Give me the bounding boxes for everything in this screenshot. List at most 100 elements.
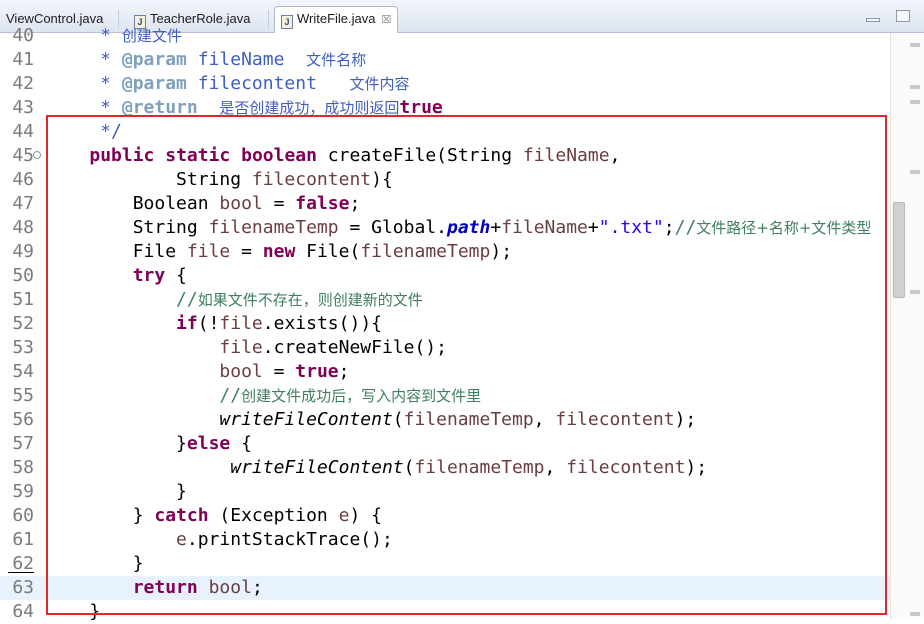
code-token: ); xyxy=(685,457,708,478)
code-text: File file = new File(filenameTemp); xyxy=(46,240,512,264)
maximize-button[interactable] xyxy=(896,10,910,22)
code-token: return xyxy=(132,577,198,598)
line-number: 58 xyxy=(12,457,34,478)
code-line[interactable]: 64 } xyxy=(0,600,890,624)
code-token: fileName xyxy=(501,217,588,238)
code-token: filenameTemp xyxy=(403,409,534,430)
code-line[interactable]: 44 */ xyxy=(0,120,890,144)
code-text: if(!file.exists()){ xyxy=(46,312,382,336)
code-token: fileName xyxy=(522,145,610,166)
code-text: String filecontent){ xyxy=(46,168,393,192)
code-line[interactable]: 52 if(!file.exists()){ xyxy=(0,312,890,336)
code-token: 创建文件 xyxy=(121,27,182,45)
code-token: filecontent xyxy=(566,457,686,478)
code-line[interactable]: 60 } catch (Exception e) { xyxy=(0,504,890,528)
code-token: * xyxy=(46,97,122,118)
code-token: * xyxy=(46,49,122,70)
code-text: Boolean bool = false; xyxy=(46,192,361,216)
code-token: ); xyxy=(674,409,697,430)
line-number: 59 xyxy=(12,481,34,502)
code-line[interactable]: 46 String filecontent){ xyxy=(0,168,890,192)
code-token: e xyxy=(176,529,187,550)
line-number: 42 xyxy=(12,73,34,94)
code-token: false xyxy=(295,193,350,214)
code-token: .createNewFile(); xyxy=(262,337,447,358)
line-number: 50 xyxy=(12,265,34,286)
code-token: else xyxy=(186,433,231,454)
fold-collapse-icon[interactable]: ⊖ xyxy=(33,151,41,159)
line-number: 51 xyxy=(12,289,34,310)
code-line[interactable]: 49 File file = new File(filenameTemp); xyxy=(0,240,890,264)
code-editor[interactable]: 40 * 创建文件 41 * @param fileName 文件名称 42 * @… xyxy=(0,25,924,622)
code-line[interactable]: 62 } xyxy=(0,552,890,576)
code-token: ); xyxy=(490,241,513,262)
line-number: 43 xyxy=(12,97,34,118)
overview-marker xyxy=(910,612,920,616)
line-number: 52 xyxy=(12,313,34,334)
code-token: } xyxy=(46,505,155,526)
code-token: // xyxy=(674,217,697,238)
code-line[interactable]: 57 }else { xyxy=(0,432,890,456)
code-token: // xyxy=(46,385,242,406)
line-number: 45 xyxy=(12,145,34,166)
code-token: , xyxy=(533,409,556,430)
code-token: ".txt" xyxy=(598,217,664,238)
line-number: 63 xyxy=(12,577,34,598)
code-line[interactable]: 40 * 创建文件 xyxy=(0,24,890,48)
line-number: 56 xyxy=(12,409,34,430)
line-number: 41 xyxy=(12,49,34,70)
line-number: 60 xyxy=(12,505,34,526)
code-token: File xyxy=(46,241,187,262)
code-token: File( xyxy=(295,241,361,262)
code-text: writeFileContent(filenameTemp, fileconte… xyxy=(46,408,696,432)
code-token: * xyxy=(46,73,122,94)
code-token: createFile(String xyxy=(316,145,523,166)
code-token: @param xyxy=(121,73,187,94)
code-token: filecontent xyxy=(251,169,372,190)
code-token: bool xyxy=(219,361,263,382)
code-token: ; xyxy=(251,577,263,598)
code-token: ) { xyxy=(349,505,382,526)
code-token: @param xyxy=(121,49,187,70)
code-token: ; xyxy=(663,217,675,238)
code-token: filecontent xyxy=(555,409,675,430)
line-number: 57 xyxy=(12,433,34,454)
code-token: ; xyxy=(349,193,361,214)
code-token: ( xyxy=(392,409,404,430)
code-line[interactable]: 59 } xyxy=(0,480,890,504)
code-line[interactable]: 56 writeFileContent(filenameTemp, fileco… xyxy=(0,408,890,432)
code-line[interactable]: 47 Boolean bool = false; xyxy=(0,192,890,216)
code-token: file xyxy=(219,313,263,334)
code-token: , xyxy=(544,457,567,478)
code-line[interactable]: 55 //创建文件成功后，写入内容到文件里 xyxy=(0,384,890,408)
code-token: = Global. xyxy=(338,217,447,238)
scrollbar-thumb[interactable] xyxy=(893,202,905,298)
code-text: * @param filecontent 文件内容 xyxy=(46,72,409,96)
code-text: try { xyxy=(46,264,187,288)
code-line[interactable]: 53 file.createNewFile(); xyxy=(0,336,890,360)
code-line[interactable]: 43 * @return 是否创建成功，成功则返回true xyxy=(0,96,890,120)
code-line[interactable]: 51 //如果文件不存在，则创建新的文件 xyxy=(0,288,890,312)
line-number: 49 xyxy=(12,241,34,262)
code-line[interactable]: 63 return bool; xyxy=(0,576,890,600)
code-line[interactable]: 54 bool = true; xyxy=(0,360,890,384)
code-line[interactable]: 42 * @param filecontent 文件内容 xyxy=(0,72,890,96)
vertical-scrollbar[interactable] xyxy=(890,33,924,619)
minimize-button[interactable] xyxy=(866,18,880,22)
code-line[interactable]: 50 try { xyxy=(0,264,890,288)
code-token: */ xyxy=(46,121,122,142)
code-token: * xyxy=(46,25,122,46)
code-line[interactable]: 61 e.printStackTrace(); xyxy=(0,528,890,552)
code-line[interactable]: 45⊖ public static boolean createFile(Str… xyxy=(0,144,890,168)
code-line[interactable]: 48 String filenameTemp = Global.path+fil… xyxy=(0,216,890,240)
code-line[interactable]: 41 * @param fileName 文件名称 xyxy=(0,48,890,72)
code-token: filecontent xyxy=(186,73,350,94)
code-token: = xyxy=(262,193,296,214)
code-line[interactable]: 58 writeFileContent(filenameTemp, fileco… xyxy=(0,456,890,480)
